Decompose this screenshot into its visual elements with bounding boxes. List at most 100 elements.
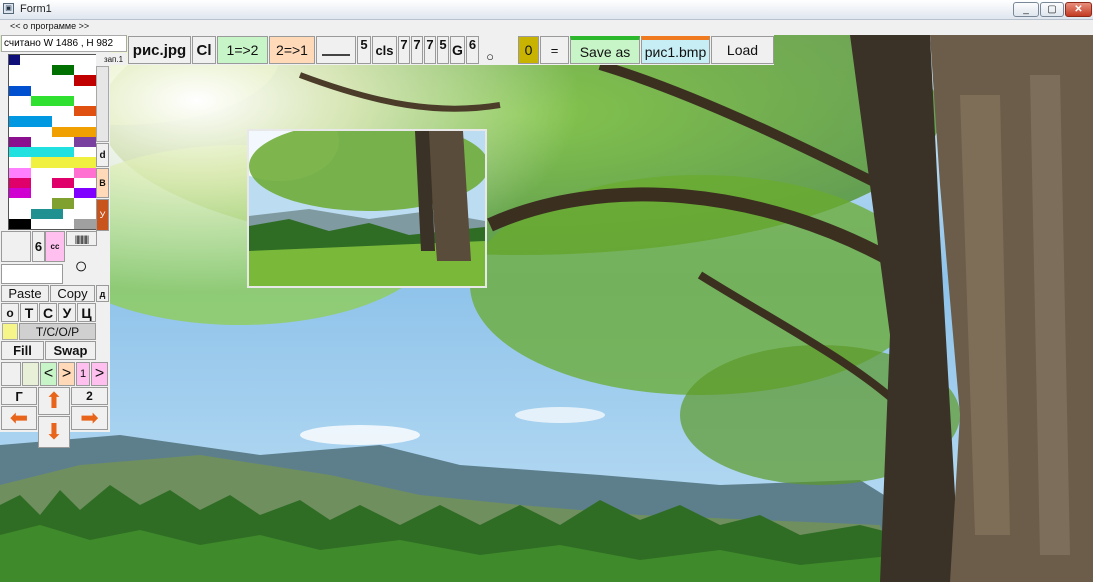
t-button[interactable]: Т [20, 303, 38, 322]
minimize-button[interactable]: _ [1013, 2, 1039, 17]
palette-swatch[interactable] [9, 157, 21, 169]
palette-swatch[interactable] [41, 65, 53, 76]
palette-swatch[interactable] [84, 167, 96, 179]
canvas-photo[interactable] [0, 35, 1093, 582]
two-button[interactable]: 2 [71, 387, 108, 405]
barcode-icon[interactable]: |||||||||| [66, 231, 97, 246]
bmp-file-button[interactable]: рис1.bmp [641, 36, 710, 64]
palette-swatch[interactable] [73, 188, 85, 199]
palette-swatch[interactable] [30, 126, 42, 138]
g-button[interactable]: Г [1, 387, 37, 405]
palette-swatch[interactable] [30, 65, 42, 76]
save-as-button[interactable]: Save as [570, 36, 640, 64]
palette-swatch[interactable] [9, 126, 21, 138]
palette-swatch[interactable] [9, 106, 21, 117]
arrow-right-icon[interactable]: ➡ [71, 405, 108, 430]
palette-swatch[interactable] [19, 65, 31, 76]
palette-swatch[interactable] [41, 198, 53, 210]
palette-swatch[interactable] [30, 218, 42, 230]
six-button[interactable]: 6 [32, 231, 45, 262]
palette-swatch[interactable] [62, 218, 74, 230]
palette-swatch[interactable] [41, 95, 53, 107]
prev-button[interactable]: < [40, 362, 57, 386]
palette-swatch[interactable] [41, 106, 53, 117]
palette-swatch[interactable] [19, 95, 31, 107]
palette-swatch[interactable] [62, 208, 74, 220]
palette-swatch[interactable] [19, 75, 31, 87]
palette-swatch[interactable] [73, 147, 85, 158]
palette-swatch[interactable] [19, 136, 31, 148]
tab-u[interactable]: У [96, 199, 109, 231]
palette-swatch[interactable] [73, 208, 85, 220]
palette-swatch[interactable] [9, 198, 21, 210]
palette-swatch[interactable] [62, 177, 74, 189]
palette-swatch[interactable] [41, 126, 53, 138]
six-toolbar-button[interactable]: 6 [466, 36, 479, 64]
palette-swatch[interactable] [19, 85, 31, 97]
copy-2-to-1-button[interactable]: 2=>1 [269, 36, 315, 64]
palette-swatch[interactable] [73, 157, 85, 169]
palette-swatch[interactable] [41, 75, 53, 87]
palette-swatch[interactable] [52, 208, 64, 220]
palette-swatch[interactable] [62, 136, 74, 148]
palette-swatch[interactable] [52, 218, 64, 230]
palette-swatch[interactable] [41, 208, 53, 220]
arrow-up-icon[interactable]: ⬆ [38, 387, 70, 415]
palette-swatch[interactable] [62, 126, 74, 138]
palette-swatch[interactable] [9, 188, 21, 199]
palette-swatch[interactable] [19, 106, 31, 117]
cl-button[interactable]: Cl [192, 36, 216, 64]
menu-about[interactable]: << о программе >> [10, 21, 89, 31]
palette-swatch[interactable] [30, 116, 42, 128]
palette-swatch[interactable] [9, 116, 21, 128]
digit-1-button[interactable]: 7 [398, 36, 410, 64]
palette-swatch[interactable] [84, 157, 96, 169]
palette-swatch[interactable] [73, 218, 85, 230]
palette-swatch[interactable] [19, 116, 31, 128]
palette-swatch[interactable] [9, 218, 21, 230]
palette-swatch[interactable] [84, 198, 96, 210]
palette-swatch[interactable] [84, 177, 96, 189]
palette-scrollbar[interactable] [96, 66, 109, 142]
paste-button[interactable]: Paste [1, 285, 49, 302]
palette-swatch[interactable] [84, 208, 96, 220]
arrow-down-icon[interactable]: ⬇ [38, 416, 70, 448]
palette-swatch[interactable] [9, 85, 21, 97]
palette-swatch[interactable] [52, 106, 64, 117]
load-button[interactable]: Load [711, 36, 774, 64]
palette-swatch[interactable] [30, 147, 42, 158]
palette-swatch[interactable] [62, 95, 74, 107]
palette-swatch[interactable] [41, 157, 53, 169]
palette-swatch[interactable] [62, 188, 74, 199]
palette-swatch[interactable] [30, 208, 42, 220]
palette-swatch[interactable] [84, 126, 96, 138]
small-d-button[interactable]: д [96, 285, 109, 302]
palette-swatch[interactable] [62, 157, 74, 169]
palette-swatch[interactable] [73, 65, 85, 76]
palette-swatch[interactable] [73, 177, 85, 189]
palette-swatch[interactable] [30, 75, 42, 87]
palette-swatch[interactable] [52, 126, 64, 138]
palette-swatch[interactable] [52, 177, 64, 189]
palette-swatch[interactable] [62, 85, 74, 97]
palette-swatch[interactable] [19, 218, 31, 230]
palette-swatch[interactable] [30, 55, 42, 66]
palette-swatch[interactable] [84, 106, 96, 117]
palette-swatch[interactable] [62, 147, 74, 158]
palette-swatch[interactable] [52, 147, 64, 158]
palette-swatch[interactable] [30, 85, 42, 97]
g-toolbar-button[interactable]: G [450, 36, 465, 64]
palette-swatch[interactable] [30, 157, 42, 169]
palette-swatch[interactable] [73, 167, 85, 179]
palette-swatch[interactable] [41, 85, 53, 97]
palette-swatch[interactable] [62, 167, 74, 179]
palette-swatch[interactable] [84, 218, 96, 230]
copy-1-to-2-button[interactable]: 1=>2 [217, 36, 268, 64]
palette-swatch[interactable] [73, 85, 85, 97]
digit-3-button[interactable]: 7 [424, 36, 436, 64]
palette-swatch[interactable] [9, 95, 21, 107]
circle-icon[interactable]: ○ [66, 250, 96, 282]
palette-swatch[interactable] [73, 116, 85, 128]
palette-swatch[interactable] [84, 85, 96, 97]
s-button[interactable]: С [39, 303, 57, 322]
